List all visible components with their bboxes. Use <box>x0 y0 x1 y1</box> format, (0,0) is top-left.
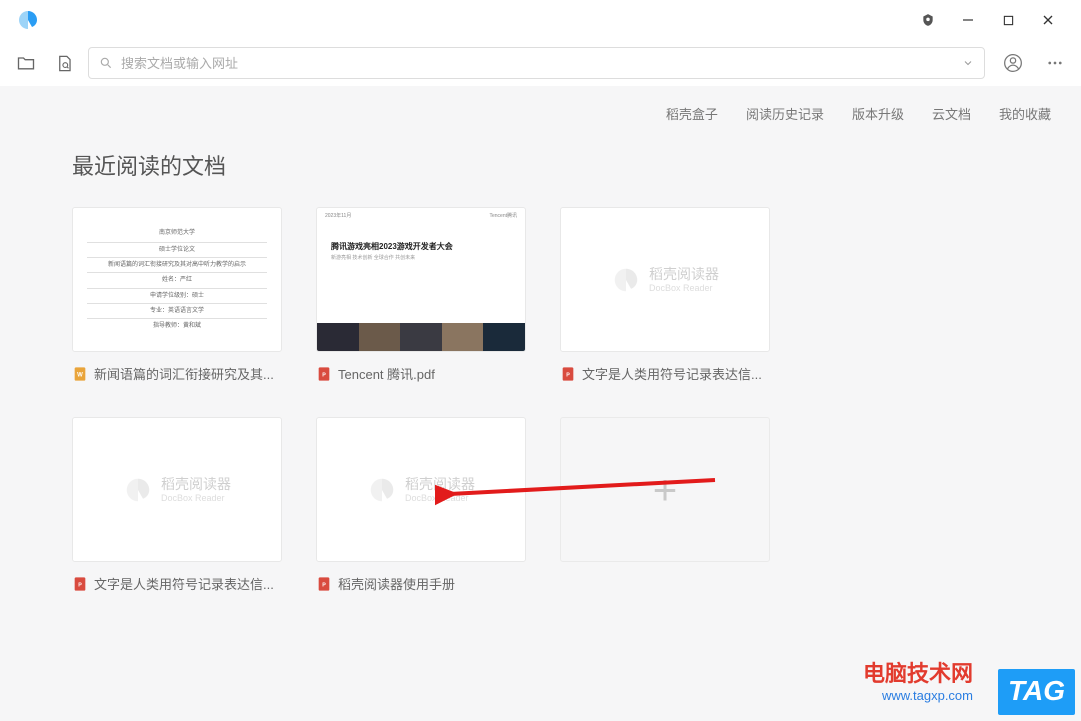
doc-thumbnail: 稻壳阅读器DocBox Reader <box>560 207 770 352</box>
svg-text:W: W <box>77 372 83 378</box>
doc-item[interactable]: 2023年11月Tencent腾讯 腾讯游戏亮相2023游戏开发者大会 新游亮相… <box>316 207 526 383</box>
doc-title: 文字是人类用符号记录表达信... <box>94 574 274 593</box>
close-button[interactable] <box>1037 9 1059 31</box>
tab-history[interactable]: 阅读历史记录 <box>746 104 824 123</box>
minimize-button[interactable] <box>957 9 979 31</box>
search-input[interactable] <box>121 56 954 71</box>
doc-title: Tencent 腾讯.pdf <box>338 364 435 383</box>
pdf-file-icon: P <box>316 366 332 382</box>
recent-grid: 南京师范大学 硕士学位论文 新闻语篇的词汇衔接研究及其对高中听力教学的启示 姓名… <box>72 207 1009 593</box>
toolbar <box>0 40 1081 86</box>
docbox-logo-icon <box>367 475 397 505</box>
open-folder-icon[interactable] <box>12 49 40 77</box>
app-logo <box>16 8 40 32</box>
doc-thumbnail: 南京师范大学 硕士学位论文 新闻语篇的词汇衔接研究及其对高中听力教学的启示 姓名… <box>72 207 282 352</box>
pdf-file-icon: P <box>560 366 576 382</box>
add-document[interactable]: + <box>560 417 770 593</box>
docbox-logo-icon <box>611 265 641 295</box>
doc-item[interactable]: 稻壳阅读器DocBox Reader P 文字是人类用符号记录表达信... <box>560 207 770 383</box>
svg-text:P: P <box>322 372 326 378</box>
chevron-down-icon[interactable] <box>962 57 974 69</box>
tab-docbox[interactable]: 稻壳盒子 <box>666 104 718 123</box>
titlebar <box>0 0 1081 40</box>
user-icon[interactable] <box>999 49 1027 77</box>
svg-text:P: P <box>566 372 570 378</box>
plus-icon: + <box>653 466 678 514</box>
doc-file-icon: W <box>72 366 88 382</box>
docbox-logo-icon <box>123 475 153 505</box>
doc-title: 稻壳阅读器使用手册 <box>338 574 455 593</box>
svg-text:P: P <box>78 582 82 588</box>
doc-item[interactable]: 南京师范大学 硕士学位论文 新闻语篇的词汇衔接研究及其对高中听力教学的启示 姓名… <box>72 207 282 383</box>
doc-title: 文字是人类用符号记录表达信... <box>582 364 762 383</box>
doc-thumbnail: 稻壳阅读器DocBox Reader <box>72 417 282 562</box>
more-icon[interactable] <box>1041 49 1069 77</box>
nav-tabs: 稻壳盒子 阅读历史记录 版本升级 云文档 我的收藏 <box>0 104 1081 129</box>
doc-thumbnail: 稻壳阅读器DocBox Reader <box>316 417 526 562</box>
pdf-file-icon: P <box>316 576 332 592</box>
content-area: 稻壳盒子 阅读历史记录 版本升级 云文档 我的收藏 最近阅读的文档 南京师范大学… <box>0 86 1081 721</box>
tab-upgrade[interactable]: 版本升级 <box>852 104 904 123</box>
search-box[interactable] <box>88 47 985 79</box>
maximize-button[interactable] <box>997 9 1019 31</box>
tab-favorites[interactable]: 我的收藏 <box>999 104 1051 123</box>
doc-title: 新闻语篇的词汇衔接研究及其... <box>94 364 274 383</box>
add-document-card[interactable]: + <box>560 417 770 562</box>
svg-text:P: P <box>322 582 326 588</box>
pdf-file-icon: P <box>72 576 88 592</box>
doc-item[interactable]: 稻壳阅读器DocBox Reader P 文字是人类用符号记录表达信... <box>72 417 282 593</box>
doc-thumbnail: 2023年11月Tencent腾讯 腾讯游戏亮相2023游戏开发者大会 新游亮相… <box>316 207 526 352</box>
search-icon <box>99 56 113 70</box>
doc-item[interactable]: 稻壳阅读器DocBox Reader P 稻壳阅读器使用手册 <box>316 417 526 593</box>
shield-icon[interactable] <box>917 9 939 31</box>
tab-cloud[interactable]: 云文档 <box>932 104 971 123</box>
open-file-icon[interactable] <box>50 49 78 77</box>
section-title: 最近阅读的文档 <box>72 149 1009 181</box>
watermark: 电脑技术网 www.tagxp.com TAG <box>863 656 1073 713</box>
